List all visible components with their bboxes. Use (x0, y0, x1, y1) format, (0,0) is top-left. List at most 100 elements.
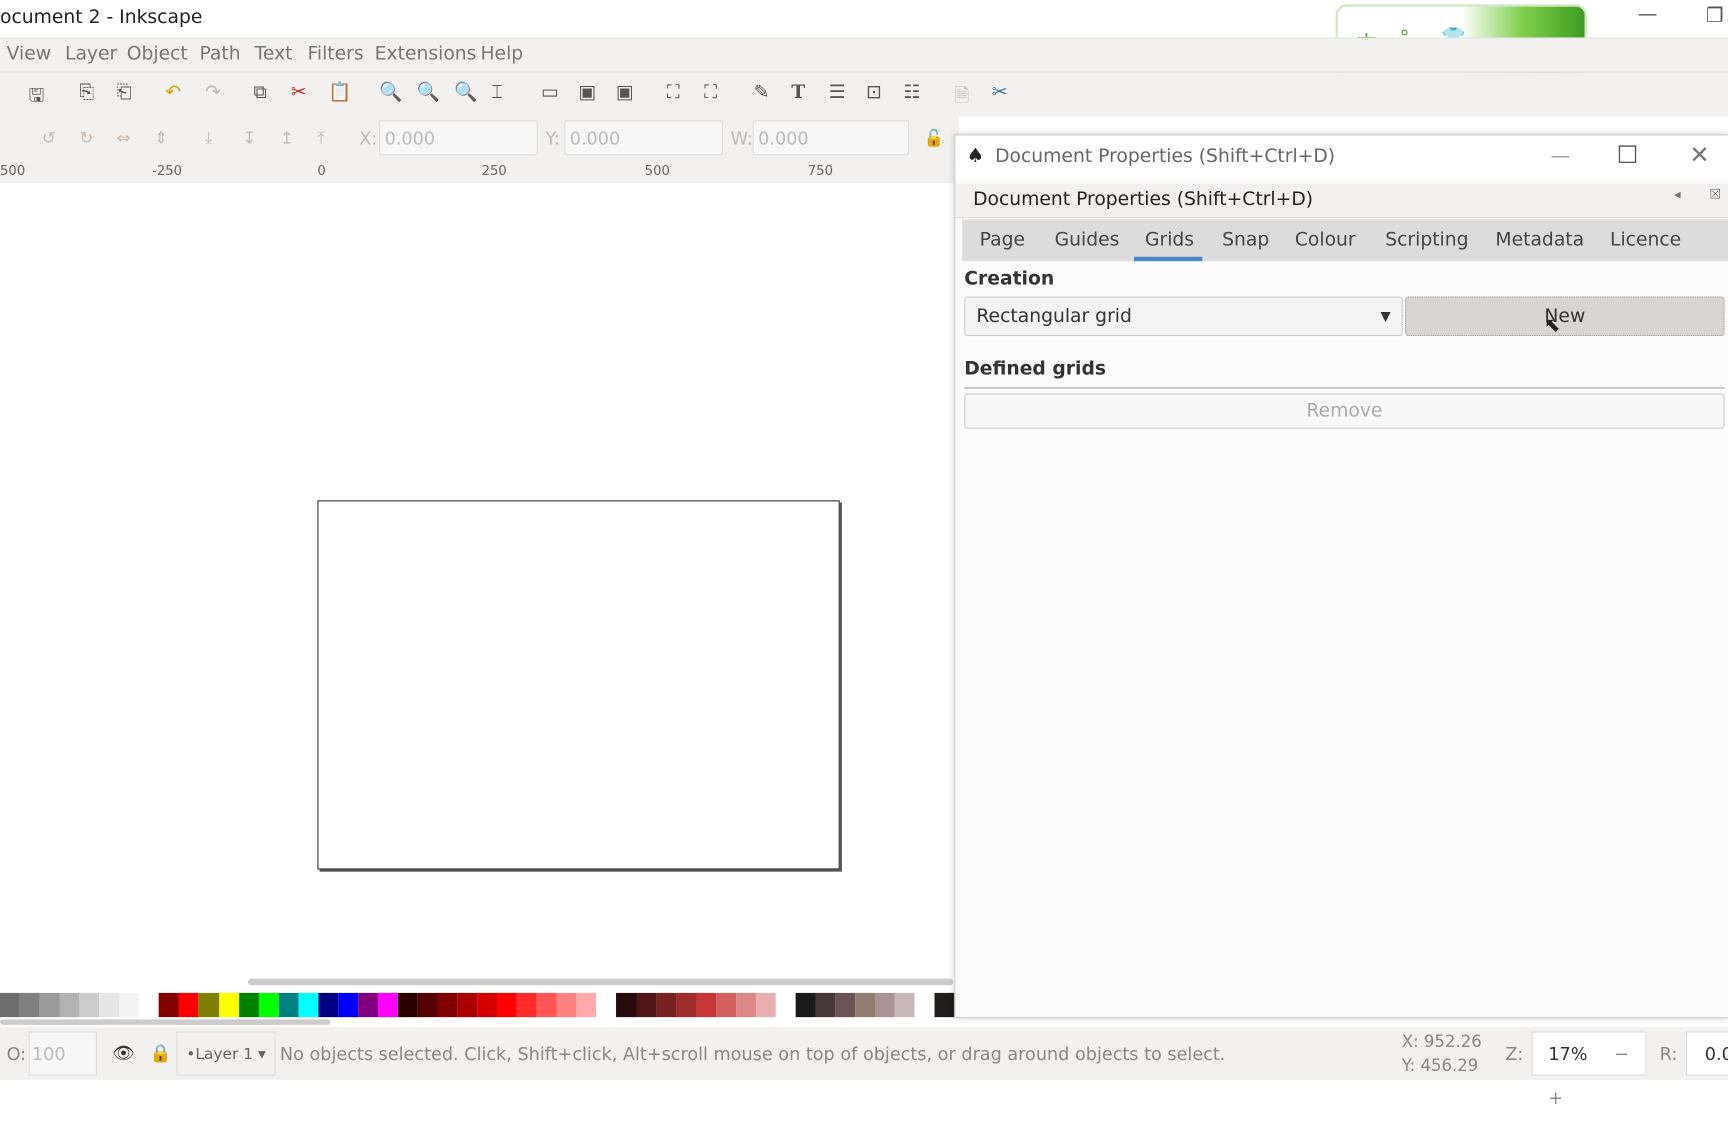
lower-bottom-icon[interactable]: ⤓ (205, 128, 212, 148)
rotate-input[interactable]: 0.0 (1686, 1031, 1728, 1076)
flip-vertical-icon[interactable]: ⇕ (154, 128, 168, 148)
cut-icon[interactable]: ✂ (291, 82, 307, 104)
ungroup-icon[interactable]: ⛶ (704, 82, 717, 104)
tab-licence[interactable]: Licence (1610, 229, 1681, 251)
color-swatch[interactable] (676, 992, 697, 1018)
menu-filters[interactable]: Filters (307, 43, 363, 65)
save-icon[interactable]: 🖫 (29, 82, 45, 114)
color-swatch[interactable] (79, 992, 100, 1018)
tab-metadata[interactable]: Metadata (1495, 229, 1584, 251)
color-swatch[interactable] (795, 992, 816, 1018)
color-swatch[interactable] (99, 992, 120, 1018)
menu-layer[interactable]: Layer (65, 43, 117, 65)
tab-colour[interactable]: Colour (1295, 229, 1356, 251)
menu-text[interactable]: Text (255, 43, 293, 65)
color-swatch[interactable] (755, 992, 776, 1018)
fill-stroke-icon[interactable]: ✎ (754, 82, 770, 104)
color-swatch[interactable] (377, 992, 398, 1018)
opacity-input[interactable]: 100 (28, 1031, 97, 1076)
color-swatch[interactable] (298, 992, 319, 1018)
menu-help[interactable]: Help (480, 43, 523, 65)
color-swatch[interactable] (934, 992, 955, 1018)
clone-icon[interactable]: ▣ (579, 82, 597, 104)
tab-page[interactable]: Page (980, 229, 1025, 251)
minimize-icon[interactable]: — (1638, 2, 1658, 25)
tab-scripting[interactable]: Scripting (1385, 229, 1468, 251)
menu-view[interactable]: View (7, 43, 51, 65)
new-grid-button[interactable]: New (1405, 296, 1725, 337)
menu-path[interactable]: Path (199, 43, 240, 65)
copy-icon[interactable]: ⧉ (253, 82, 266, 104)
color-swatch[interactable] (855, 992, 876, 1018)
tab-grids[interactable]: Grids (1145, 229, 1194, 251)
visibility-icon[interactable]: 👁 (112, 1042, 134, 1063)
color-swatch[interactable] (357, 992, 378, 1018)
paste-icon[interactable]: 📋 (328, 82, 351, 104)
color-swatch[interactable] (894, 992, 915, 1018)
w-input[interactable]: 0.000 (752, 120, 910, 156)
zoom-input[interactable]: 17% − + (1531, 1031, 1647, 1109)
color-swatch[interactable] (556, 992, 577, 1018)
grid-type-dropdown[interactable]: Rectangular grid ▼ (964, 296, 1403, 337)
color-swatch[interactable] (835, 992, 856, 1018)
dialog-minimize-icon[interactable]: — (1551, 144, 1571, 167)
zoom-width-icon[interactable]: ⌶ (491, 82, 502, 104)
color-swatch[interactable] (258, 992, 279, 1018)
color-swatch[interactable] (178, 992, 199, 1018)
color-swatch[interactable] (59, 992, 80, 1018)
color-swatch[interactable] (159, 992, 179, 1018)
dialog-close-icon[interactable]: ✕ (1689, 142, 1709, 170)
menu-extensions[interactable]: Extensions (375, 43, 477, 65)
rotate-ccw-icon[interactable]: ↺ (42, 128, 56, 148)
align-icon[interactable]: ☷ (904, 82, 921, 104)
dialog-maximize-icon[interactable]: ☐ (1617, 142, 1639, 170)
color-swatch[interactable] (417, 992, 438, 1018)
remove-grid-button[interactable]: Remove (964, 393, 1725, 429)
color-swatch[interactable] (19, 992, 40, 1018)
color-swatch[interactable] (656, 992, 677, 1018)
panel-close-icon[interactable]: ☒ (1709, 186, 1721, 201)
raise-icon[interactable]: ↥ (280, 128, 294, 148)
zoom-drawing-icon[interactable]: 🔍 (417, 82, 440, 104)
redo-icon[interactable]: ↷ (205, 82, 221, 104)
color-swatch[interactable] (875, 992, 895, 1018)
color-swatch[interactable] (517, 992, 537, 1018)
zoom-page-icon[interactable]: 🔍 (454, 82, 477, 104)
color-swatch[interactable] (397, 992, 418, 1018)
color-swatch[interactable] (0, 992, 20, 1018)
color-swatch[interactable] (696, 992, 716, 1018)
unlink-clone-icon[interactable]: ▣ (616, 82, 634, 104)
color-swatch[interactable] (198, 992, 219, 1018)
duplicate-icon[interactable]: ▭ (541, 82, 559, 104)
layers-icon[interactable]: ☰ (829, 82, 846, 104)
restore-icon[interactable]: ❐ (1706, 4, 1724, 27)
color-swatch[interactable] (735, 992, 756, 1018)
lock-icon[interactable]: 🔓 (923, 128, 944, 148)
color-swatch[interactable] (318, 992, 339, 1018)
xml-editor-icon[interactable]: ⊡ (866, 82, 882, 104)
color-swatch[interactable] (39, 992, 60, 1018)
color-swatch[interactable] (576, 992, 597, 1018)
rotate-cw-icon[interactable]: ↻ (79, 128, 93, 148)
import-icon[interactable]: ⎘ (79, 82, 94, 104)
color-swatch[interactable] (338, 992, 358, 1018)
color-swatch[interactable] (715, 992, 736, 1018)
flip-horizontal-icon[interactable]: ⇔ (117, 128, 131, 148)
tab-snap[interactable]: Snap (1222, 229, 1269, 251)
color-swatch[interactable] (218, 992, 239, 1018)
menu-object[interactable]: Object (127, 43, 188, 65)
color-swatch[interactable] (497, 992, 518, 1018)
palette-scrollbar[interactable] (0, 1019, 331, 1025)
document-properties-icon[interactable]: 🗎 (954, 82, 969, 114)
color-swatch[interactable] (815, 992, 836, 1018)
color-swatch[interactable] (775, 992, 796, 1018)
color-swatch[interactable] (139, 992, 160, 1018)
color-swatch[interactable] (596, 992, 617, 1018)
color-swatch[interactable] (238, 992, 259, 1018)
text-font-icon[interactable]: T (791, 82, 805, 104)
panel-iconify-icon[interactable]: ◂ (1674, 186, 1681, 201)
horizontal-scrollbar[interactable] (247, 978, 954, 986)
color-swatch[interactable] (536, 992, 557, 1018)
layer-selector[interactable]: •Layer 1 ▾ (176, 1031, 276, 1076)
color-swatch[interactable] (636, 992, 657, 1018)
